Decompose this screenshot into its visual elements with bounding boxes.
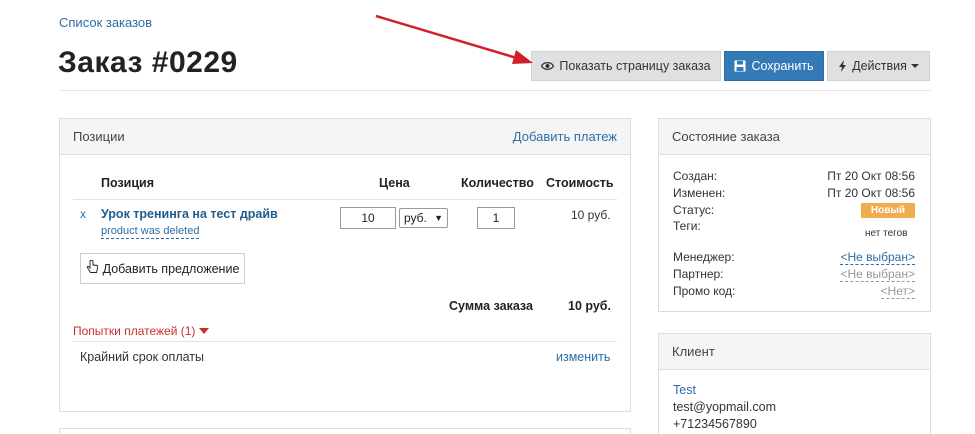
table-header-divider xyxy=(73,199,617,200)
manager-label: Менеджер: xyxy=(673,250,735,264)
actions-dropdown-button[interactable]: Действия xyxy=(827,51,930,81)
column-header-cost: Стоимость xyxy=(546,176,614,190)
attempts-divider xyxy=(73,341,617,342)
add-offer-label: Добавить предложение xyxy=(102,261,240,276)
price-input[interactable]: 10 xyxy=(340,207,396,229)
show-order-page-button[interactable]: Показать страницу заказа xyxy=(531,51,721,81)
order-total-value: 10 руб. xyxy=(568,299,611,313)
remove-item-button[interactable]: x xyxy=(80,207,86,221)
next-panel-edge xyxy=(59,428,631,434)
lightning-icon xyxy=(838,60,847,72)
client-panel-header: Клиент xyxy=(659,334,930,370)
order-state-header: Состояние заказа xyxy=(659,119,930,155)
add-offer-button[interactable]: Добавить предложение xyxy=(80,253,245,284)
change-deadline-link[interactable]: изменить xyxy=(556,350,610,364)
actions-label: Действия xyxy=(852,59,907,73)
promo-code-label: Промо код: xyxy=(673,284,736,298)
page-title: Заказ #0229 xyxy=(58,46,238,79)
item-deleted-note[interactable]: product was deleted xyxy=(101,225,200,239)
show-order-page-label: Показать страницу заказа xyxy=(559,59,711,73)
caret-down-icon xyxy=(910,64,919,68)
created-label: Создан: xyxy=(673,169,718,183)
breadcrumb-orders-list[interactable]: Список заказов xyxy=(59,15,152,30)
modified-value: Пт 20 Окт 08:56 xyxy=(827,186,915,200)
item-title-link[interactable]: Урок тренинга на тест драйв xyxy=(101,207,278,221)
payment-attempts-label: Попытки платежей (1) xyxy=(73,324,196,338)
payment-deadline-label: Крайний срок оплаты xyxy=(80,350,205,364)
payment-attempts-toggle[interactable]: Попытки платежей (1) xyxy=(73,324,210,338)
floppy-disk-icon xyxy=(734,60,746,72)
save-button[interactable]: Сохранить xyxy=(724,51,824,81)
positions-heading: Позиции xyxy=(73,129,125,144)
client-email: test@yopmail.com xyxy=(673,400,776,414)
tags-value: нет тегов xyxy=(865,228,908,239)
manager-select-link[interactable]: <Не выбран> xyxy=(840,250,915,265)
modified-label: Изменен: xyxy=(673,186,726,200)
order-state-heading: Состояние заказа xyxy=(672,129,780,144)
partner-label: Партнер: xyxy=(673,267,724,281)
add-payment-link[interactable]: Добавить платеж xyxy=(513,129,617,144)
partner-select-link[interactable]: <Не выбран> xyxy=(840,267,915,282)
column-header-position: Позиция xyxy=(101,176,155,190)
header-divider xyxy=(59,90,931,91)
triangle-down-icon xyxy=(199,328,210,334)
client-name-link[interactable]: Test xyxy=(673,383,696,397)
status-badge: Новый xyxy=(861,203,915,218)
quantity-input[interactable]: 1 xyxy=(477,207,515,229)
column-header-price: Цена xyxy=(379,176,410,190)
item-cost: 10 руб. xyxy=(571,208,611,222)
tags-label: Теги: xyxy=(673,219,701,233)
created-value: Пт 20 Окт 08:56 xyxy=(827,169,915,183)
eye-icon xyxy=(541,61,555,71)
currency-value: руб. xyxy=(404,211,427,225)
client-phone: +71234567890 xyxy=(673,417,757,431)
select-arrow-icon: ▼ xyxy=(434,213,443,223)
annotation-arrow-icon xyxy=(375,14,533,64)
order-total-label: Сумма заказа xyxy=(449,299,533,313)
client-heading: Клиент xyxy=(672,344,715,359)
column-header-quantity: Количество xyxy=(461,176,534,190)
currency-select[interactable]: руб. ▼ xyxy=(399,208,448,228)
save-label: Сохранить xyxy=(751,59,814,73)
hand-pointer-icon xyxy=(86,259,99,277)
status-label: Статус: xyxy=(673,203,715,217)
positions-panel-header: Позиции Добавить платеж xyxy=(60,119,630,155)
promo-code-link[interactable]: <Нет> xyxy=(880,284,915,299)
